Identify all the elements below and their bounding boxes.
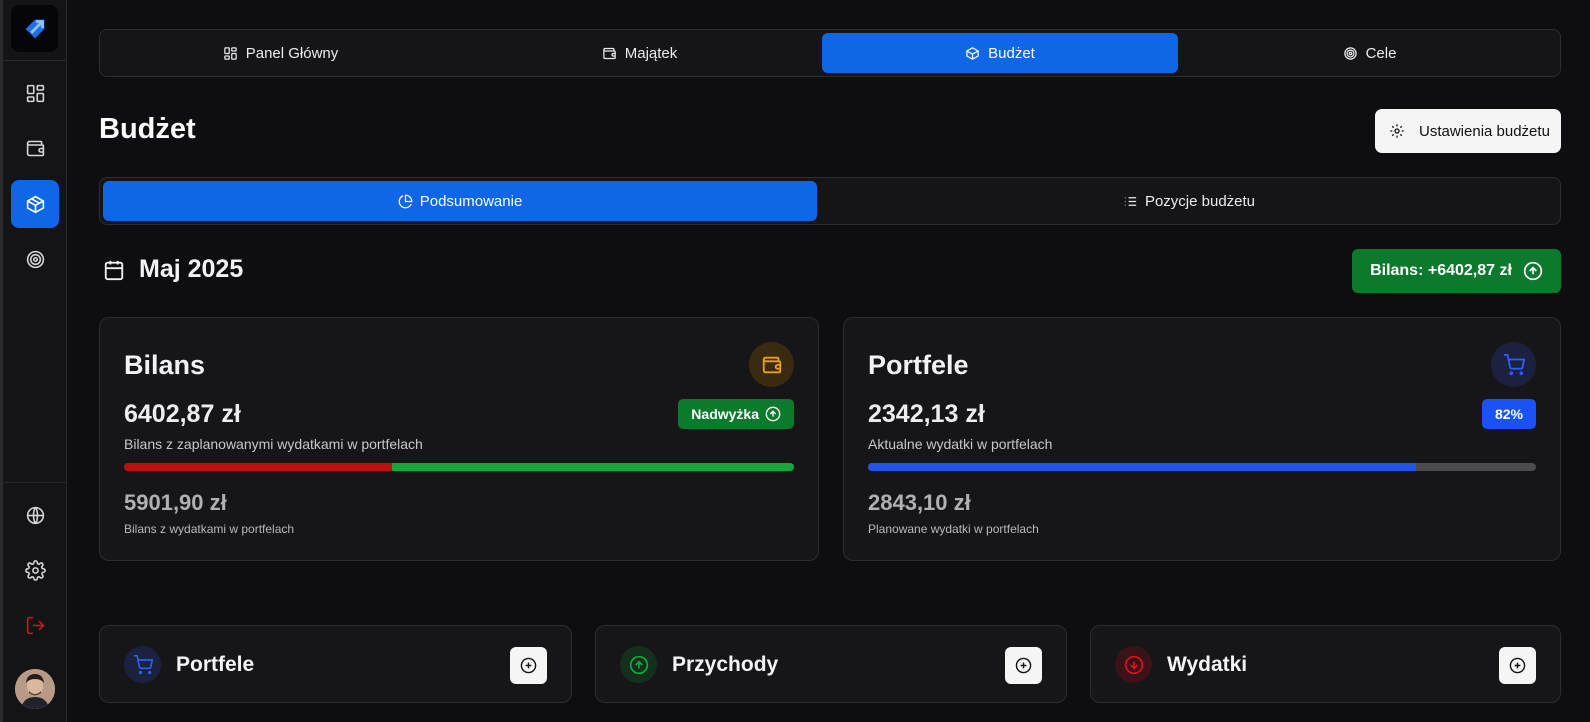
balance-badge-label: Bilans: +6402,87 zł	[1370, 262, 1512, 279]
wallet-icon	[26, 140, 44, 156]
percent-badge: 82%	[1481, 399, 1536, 429]
settings-button-label: Ustawienia budżetu	[1419, 122, 1550, 140]
wallets-amount: 2342,13 zł	[868, 400, 985, 428]
section-title: Przychody	[672, 653, 779, 676]
wallets-progress-bar	[868, 463, 1536, 471]
calendar-icon	[104, 260, 124, 280]
arrow-down-circle-icon	[1124, 655, 1143, 674]
tab-budget[interactable]: Budżet	[822, 33, 1178, 73]
tab-budget-items[interactable]: Pozycje budżetu	[820, 181, 1558, 221]
sidebar-item-budget[interactable]	[11, 180, 59, 228]
balance-amount: 6402,87 zł	[124, 400, 241, 428]
sidebar-item-assets[interactable]	[11, 124, 59, 172]
wallets-secondary-amount: 2843,10 zł	[868, 490, 971, 515]
wallets-card: Portfele 2342,13 zł 82% Aktualne wydatki…	[843, 317, 1561, 561]
main-tabs: Panel Główny Majątek Budżet Cele	[99, 29, 1561, 77]
plus-circle-icon	[1509, 657, 1526, 674]
balance-description: Bilans z zaplanowanymi wydatkami w portf…	[124, 436, 423, 452]
arrow-up-circle-icon	[629, 655, 648, 674]
income-section-card: Przychody	[595, 625, 1067, 703]
period-label: Maj 2025	[139, 255, 244, 283]
sidebar-item-language[interactable]	[11, 491, 59, 539]
user-avatar-image	[15, 669, 55, 709]
cart-icon	[133, 654, 153, 674]
section-title: Portfele	[176, 653, 255, 676]
expenses-section-card: Wydatki	[1090, 625, 1561, 703]
sidebar	[0, 0, 67, 722]
pie-chart-icon	[398, 194, 413, 208]
tab-label: Budżet	[988, 44, 1035, 62]
card-icon-badge	[749, 342, 794, 387]
card-title: Portfele	[868, 350, 969, 380]
tab-assets[interactable]: Majątek	[462, 33, 817, 73]
tab-goals[interactable]: Cele	[1182, 33, 1557, 73]
percent-badge-label: 82%	[1494, 406, 1523, 422]
target-icon	[1343, 46, 1357, 60]
box-icon	[26, 195, 44, 213]
sub-tabs: Podsumowanie Pozycje budżetu	[99, 177, 1561, 225]
balance-secondary-amount: 5901,90 zł	[124, 490, 227, 515]
wallets-secondary-description: Planowane wydatki w portfelach	[868, 522, 1039, 536]
list-icon	[1124, 196, 1137, 206]
surplus-badge-label: Nadwyżka	[691, 406, 759, 422]
arrow-up-circle-icon	[1523, 261, 1543, 281]
page-title: Budżet	[99, 113, 196, 145]
wallet-icon	[762, 356, 781, 373]
arrow-up-circle-icon	[765, 406, 781, 422]
sidebar-item-settings[interactable]	[11, 546, 59, 594]
globe-icon	[26, 506, 44, 524]
period-selector[interactable]: Maj 2025	[103, 255, 243, 284]
sidebar-item-logout[interactable]	[11, 601, 59, 649]
surplus-badge: Nadwyżka	[678, 399, 794, 429]
budget-settings-button[interactable]: Ustawienia budżetu	[1375, 109, 1561, 153]
gear-icon	[1390, 124, 1404, 138]
balance-card: Bilans 6402,87 zł Nadwyżka Bilans z zapl…	[99, 317, 819, 561]
wallet-icon	[602, 47, 616, 59]
tab-dashboard[interactable]: Panel Główny	[103, 33, 458, 73]
logo-icon	[25, 19, 44, 38]
wallets-section-card: Portfele	[99, 625, 572, 703]
sidebar-divider	[3, 482, 66, 483]
card-icon-badge	[620, 646, 657, 683]
progress-fill	[868, 463, 1416, 471]
gear-icon	[24, 559, 46, 581]
add-income-button[interactable]	[1005, 647, 1042, 684]
add-expense-button[interactable]	[1499, 647, 1536, 684]
section-title: Wydatki	[1167, 653, 1248, 676]
add-wallet-button[interactable]	[510, 647, 547, 684]
tab-label: Majątek	[624, 44, 678, 62]
dashboard-icon	[223, 46, 237, 60]
sidebar-item-dashboard[interactable]	[11, 69, 59, 117]
plus-circle-icon	[520, 657, 537, 674]
tab-label: Cele	[1365, 44, 1397, 62]
card-icon-badge	[1491, 342, 1536, 387]
avatar[interactable]	[15, 669, 55, 709]
progress-segment-surplus	[392, 463, 794, 471]
balance-progress-bar	[124, 463, 794, 471]
tab-label: Podsumowanie	[419, 192, 523, 210]
app-root: Panel Główny Majątek Budżet Cele Budżet	[0, 0, 1590, 722]
dashboard-icon	[26, 84, 44, 102]
tab-label: Panel Główny	[245, 44, 339, 62]
plus-circle-icon	[1015, 657, 1032, 674]
sidebar-item-goals[interactable]	[11, 235, 59, 283]
wallets-description: Aktualne wydatki w portfelach	[868, 436, 1053, 452]
app-logo[interactable]	[11, 5, 58, 52]
card-icon-badge	[124, 646, 161, 683]
box-icon	[966, 46, 979, 60]
tab-summary[interactable]: Podsumowanie	[103, 181, 817, 221]
balance-secondary-description: Bilans z wydatkami w portfelach	[124, 522, 295, 536]
logout-icon	[26, 616, 44, 634]
cart-icon	[1503, 353, 1525, 375]
card-icon-badge	[1115, 646, 1152, 683]
card-title: Bilans	[124, 350, 206, 380]
sidebar-divider	[3, 60, 66, 61]
tab-label: Pozycje budżetu	[1144, 192, 1256, 210]
balance-badge: Bilans: +6402,87 zł	[1352, 249, 1561, 293]
progress-segment-expenses	[124, 463, 392, 471]
target-icon	[26, 250, 44, 268]
